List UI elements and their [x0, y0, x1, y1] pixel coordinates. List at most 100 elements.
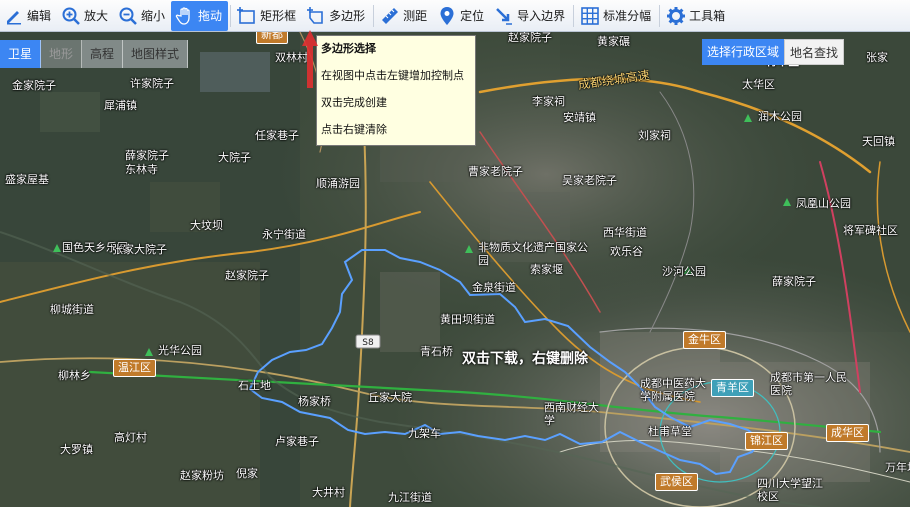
select-region-tab[interactable]: 选择行政区域 — [702, 39, 785, 65]
toolbox-label: 工具箱 — [689, 9, 726, 23]
place-label: 大罗镇 — [60, 443, 93, 456]
place-label: 杨家桥 — [298, 395, 331, 408]
zoom-out-button[interactable]: 缩小 — [114, 1, 171, 31]
standard-grid-button[interactable]: 标准分幅 — [576, 1, 657, 31]
place-label: 大院子 — [218, 151, 251, 164]
toolbar-divider — [373, 4, 375, 27]
map-type-satellite[interactable]: 卫星 — [0, 40, 42, 68]
place-label: 青石桥 — [420, 345, 453, 358]
district-jinjiang: 锦江区 — [745, 432, 788, 450]
place-label: 任家巷子 — [255, 129, 299, 142]
zoom-in-icon — [62, 7, 80, 25]
place-label: 赵家粉坊 — [180, 469, 224, 482]
place-label: 索家堰 — [530, 263, 563, 276]
district-chenghua: 成华区 — [826, 424, 869, 442]
import-boundary-button[interactable]: 导入边界 — [490, 1, 571, 31]
import-boundary-icon — [496, 7, 513, 25]
region-tabs: 选择行政区域 地名查找 — [702, 39, 845, 65]
place-label: 李家祠 — [532, 95, 565, 108]
place-label: 天回镇 — [862, 135, 895, 148]
download-hint: 双击下载，右键删除 — [462, 351, 588, 367]
toolbar: 编辑 放大 缩小 拖动 矩形框 多边形 测距 定位 导入边界 标准分幅 工具箱 — [0, 0, 910, 32]
place-label: 张家 — [866, 51, 888, 64]
district-jinniu: 金牛区 — [683, 331, 726, 349]
place-label: 薛家院子 — [125, 149, 169, 162]
import-boundary-label: 导入边界 — [517, 9, 566, 23]
arrow-pointer-icon — [302, 30, 318, 88]
standard-grid-label: 标准分幅 — [603, 9, 652, 23]
place-label: 四川大学望江校区 — [757, 477, 823, 503]
polygon-icon — [307, 6, 323, 24]
place-label: 欢乐谷 — [610, 245, 643, 258]
edit-button[interactable]: 编辑 — [0, 1, 57, 31]
place-label: 黄家碾 — [597, 35, 630, 48]
place-label: 九江街道 — [388, 491, 432, 504]
place-label: 张家大院子 — [112, 243, 167, 256]
place-label: 大井村 — [312, 486, 345, 499]
zoom-out-label: 缩小 — [141, 9, 166, 23]
place-label: 成都中医药大学附属医院 — [640, 377, 706, 403]
edit-icon — [7, 10, 21, 24]
toolbar-divider — [230, 4, 232, 27]
road-shield-s8: S8 — [362, 338, 374, 348]
rectangle-select-button[interactable]: 矩形框 — [233, 1, 302, 31]
place-label: 柳林乡 — [58, 369, 91, 382]
place-label: 将军碑社区 — [843, 224, 898, 237]
rectangle-select-label: 矩形框 — [260, 9, 297, 23]
zoom-in-button[interactable]: 放大 — [57, 1, 114, 31]
place-label: 赵家院子 — [508, 32, 552, 44]
measure-distance-button[interactable]: 测距 — [376, 1, 433, 31]
place-label: 沙河公园 — [662, 265, 706, 278]
place-label: 永宁街道 — [262, 228, 306, 241]
place-search-tab[interactable]: 地名查找 — [784, 39, 845, 65]
grid-icon — [581, 6, 599, 25]
map-type-elevation[interactable]: 高程 — [82, 40, 124, 68]
place-label: 石土地 — [238, 379, 271, 392]
place-label: 金家院子 — [12, 79, 56, 92]
district-xindu: 新都 — [256, 32, 288, 44]
polygon-tooltip: 多边形选择 在视图中点击左键增加控制点 双击完成创建 点击右键清除 — [316, 35, 476, 146]
tooltip-line: 双击完成创建 — [321, 96, 387, 109]
place-label: 金泉街道 — [472, 281, 516, 294]
place-label: 凤凰山公园 — [796, 197, 851, 210]
place-label: 成都市第一人民医院 — [770, 371, 847, 397]
place-label: 九架车 — [408, 427, 441, 440]
place-label: 曹家老院子 — [468, 165, 523, 178]
place-label: 卢家巷子 — [275, 435, 319, 448]
map-type-style[interactable]: 地图样式 — [123, 40, 189, 68]
toolbar-divider — [659, 4, 661, 27]
tooltip-line: 点击右键清除 — [321, 123, 387, 136]
zoom-in-label: 放大 — [84, 9, 109, 23]
place-label: 太华区 — [742, 78, 775, 91]
edit-label: 编辑 — [27, 9, 52, 23]
pan-button[interactable]: 拖动 — [171, 0, 229, 31]
place-label: 顺涌游园 — [316, 177, 360, 190]
district-wenjiang: 温江区 — [113, 359, 156, 377]
district-qingyang: 青羊区 — [711, 379, 754, 397]
toolbar-divider — [573, 4, 575, 27]
tooltip-line: 在视图中点击左键增加控制点 — [321, 69, 464, 82]
place-label: 杜甫草堂 — [648, 425, 692, 438]
place-label: 刘家祠 — [638, 129, 671, 142]
polygon-select-label: 多边形 — [329, 9, 366, 23]
measure-distance-label: 测距 — [403, 9, 428, 23]
place-label: 吴家老院子 — [562, 174, 617, 187]
zoom-out-icon — [119, 7, 137, 25]
place-label: 润木公园 — [758, 110, 802, 123]
place-label: 安靖镇 — [563, 111, 596, 124]
place-label: 柳城街道 — [50, 303, 94, 316]
gear-icon — [667, 6, 686, 25]
ruler-icon — [382, 7, 399, 24]
locate-label: 定位 — [460, 9, 485, 23]
polygon-select-button[interactable]: 多边形 — [302, 1, 371, 31]
map-type-terrain[interactable]: 地形 — [41, 40, 83, 68]
place-label: 薛家院子 — [772, 275, 816, 288]
place-label: 万年场 — [885, 461, 910, 474]
place-label: 盛家屋基 — [5, 173, 49, 186]
place-label: 黄田坝街道 — [440, 313, 495, 326]
place-label: 东林寺 — [125, 163, 158, 176]
place-label: 赵家院子 — [225, 269, 269, 282]
place-label: 光华公园 — [158, 344, 202, 357]
locate-button[interactable]: 定位 — [433, 1, 490, 31]
toolbox-button[interactable]: 工具箱 — [662, 1, 731, 31]
